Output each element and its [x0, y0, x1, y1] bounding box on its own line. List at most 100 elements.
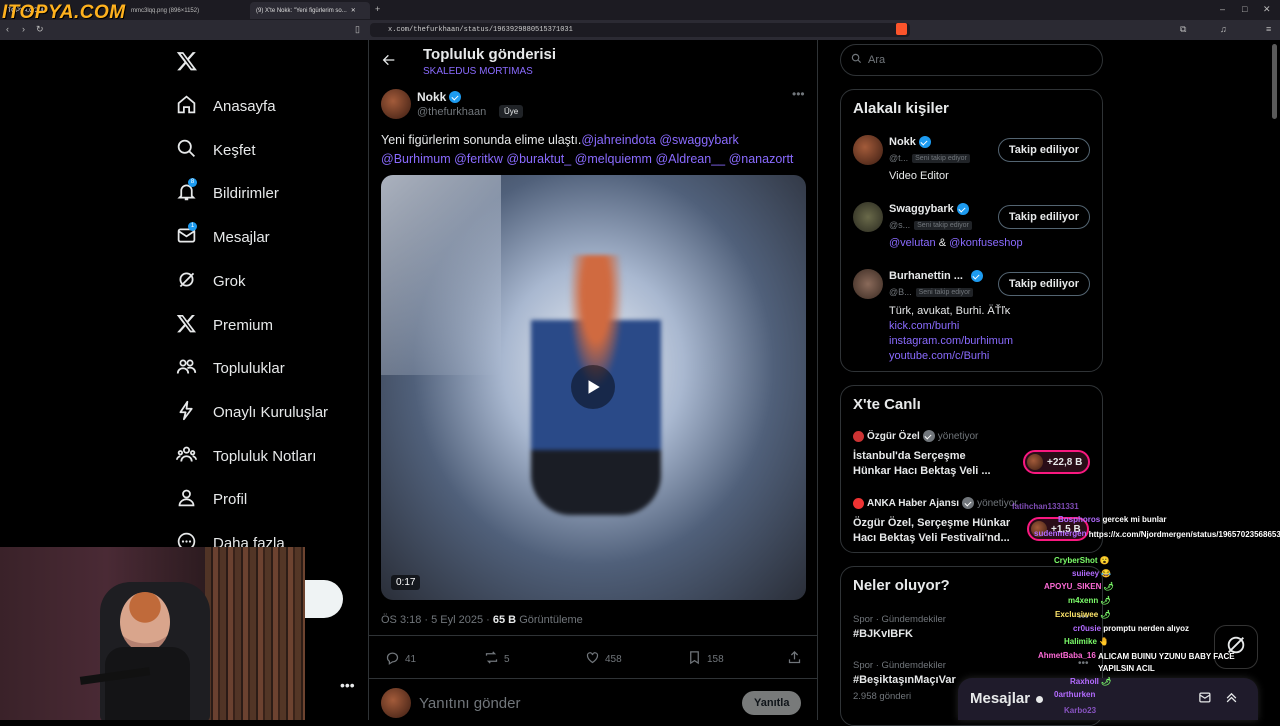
sidebar-item-explore[interactable]: Keşfet — [176, 135, 256, 165]
x-logo-icon[interactable] — [176, 50, 198, 77]
address-input[interactable]: x.com/thefurkhaan/status/196392988051537… — [370, 23, 910, 37]
sidebar-item-premium[interactable]: Premium — [176, 310, 273, 340]
related-handle-row: @B... Seni takip ediyor — [889, 287, 974, 297]
bio-link[interactable]: instagram.com/burhimum — [889, 334, 1013, 349]
brave-shield-icon[interactable] — [896, 23, 907, 35]
browser-tab[interactable]: mmc3lqq.png (896×1152) — [125, 2, 245, 19]
community-name[interactable]: SKALEDUS MORTIMAS — [423, 66, 533, 77]
chat-message: AhmetBaba_16 ALICAM BUINU YZUNU BABY FAC… — [1038, 651, 1253, 675]
follows-you-pill: Seni takip ediyor — [914, 220, 972, 230]
sidebar-item-home[interactable]: Anasayfa — [176, 91, 276, 121]
chat-text: 😮 — [1099, 556, 1110, 565]
live-space-title[interactable]: İstanbul'da Serçeşme Hünkar Hacı Bektaş … — [853, 449, 1003, 479]
browser-tab-active[interactable]: (9) X'te Nokk: "Yeni figürlerim so... ✕ — [250, 2, 370, 19]
related-avatar[interactable] — [853, 269, 883, 299]
mention-links[interactable]: @Burhimum @feritkw @buraktut_ @melquiemm… — [381, 152, 793, 166]
tab-label: mmc3lqq.png (896×1152) — [131, 7, 200, 14]
person-icon — [176, 487, 197, 512]
live-space-title[interactable]: Özgür Özel, Serçeşme Hünkar Hacı Bektaş … — [853, 516, 1023, 546]
trend-posts: 2.958 gönderi — [853, 691, 912, 702]
reload-icon[interactable]: ↻ — [36, 24, 44, 35]
bookmark-icon[interactable]: ▯ — [355, 24, 360, 35]
close-window-icon[interactable]: ✕ — [1263, 4, 1271, 15]
menu-icon[interactable]: ≡ — [1266, 24, 1271, 34]
chat-message: Raxholl 🌶 — [1070, 677, 1111, 686]
related-name[interactable]: Burhanettin ... — [889, 270, 963, 282]
sidebar-item-community-notes[interactable]: Topluluk Notları — [176, 441, 316, 471]
sidebar-item-communities[interactable]: Topluluklar — [176, 353, 285, 383]
mention-links[interactable]: @jahreindota @swaggybark — [581, 133, 738, 147]
browser-tab-bar: ITOPYA.COM mmc3lqq.png (896×1152) (9) X'… — [0, 0, 1280, 20]
chat-user: 0arthurken — [1054, 690, 1096, 699]
live-host[interactable]: ANKA Haber Ajansı — [867, 498, 959, 509]
following-button[interactable]: Takip ediliyor — [997, 138, 1090, 162]
sidebar-item-profile[interactable]: Profil — [176, 484, 247, 514]
views-label: Görüntüleme — [516, 614, 583, 626]
reply-input[interactable]: Yanıtını gönder — [419, 695, 520, 712]
share-icon[interactable] — [787, 650, 802, 670]
minimize-icon[interactable]: – — [1220, 4, 1225, 14]
play-button-icon[interactable] — [571, 365, 615, 409]
trend-name[interactable]: #BeşiktaşınMaçıVar — [853, 674, 956, 686]
bio-link[interactable]: @konfuseshop — [949, 237, 1023, 249]
follows-you-pill: Seni takip ediyor — [915, 287, 974, 297]
trend-name[interactable]: #BJKvIBFK — [853, 628, 913, 640]
notes-icon — [176, 444, 197, 469]
media-icon[interactable]: ♫ — [1220, 24, 1227, 34]
related-name[interactable]: Swaggybark — [889, 203, 954, 215]
reply-button[interactable]: Yanıtla — [742, 691, 802, 715]
reply-icon — [385, 650, 400, 668]
author-name[interactable]: Nokk — [417, 90, 446, 104]
bookmark-action[interactable]: 158 — [687, 650, 724, 668]
author-handle[interactable]: @thefurkhaan — [417, 106, 486, 118]
chat-text: 🤚 — [1099, 637, 1110, 646]
new-tab-icon[interactable]: + — [375, 4, 380, 14]
account-more-icon[interactable]: ••• — [340, 677, 355, 693]
live-listener-avatar — [1027, 454, 1043, 470]
search-input[interactable]: Ara — [840, 44, 1103, 76]
back-arrow-icon[interactable] — [381, 52, 397, 73]
post-timestamp[interactable]: ÖS 3:18 · 5 Eyl 2025 · — [381, 614, 493, 626]
close-tab-icon[interactable]: ✕ — [351, 7, 356, 14]
extensions-icon[interactable]: ⧉ — [1180, 24, 1186, 35]
related-handle: @s... — [889, 220, 911, 230]
live-title: X'te Canlı — [853, 396, 921, 413]
related-name[interactable]: Nokk — [889, 136, 916, 148]
sidebar-item-notifications[interactable]: 8 Bildirimler — [176, 177, 279, 208]
back-icon[interactable]: ‹ — [6, 24, 9, 34]
reply-action[interactable]: 41 — [385, 650, 416, 668]
live-host[interactable]: Özgür Özel — [867, 431, 920, 442]
bio-link[interactable]: @velutan — [889, 237, 936, 249]
forward-icon[interactable]: › — [22, 24, 25, 34]
sidebar-item-messages[interactable]: 1 Mesajlar — [176, 221, 270, 252]
bell-icon: 8 — [176, 177, 197, 206]
chat-text: 🌶 — [1103, 582, 1114, 591]
sidebar-item-verified-orgs[interactable]: Onaylı Kuruluşlar — [176, 397, 328, 427]
bio-link[interactable]: kick.com/burhi — [889, 319, 1013, 334]
like-action[interactable]: 458 — [585, 650, 622, 668]
new-message-icon[interactable] — [1198, 690, 1213, 710]
chat-user: sudenmergen — [1034, 529, 1087, 538]
following-button[interactable]: Takip ediliyor — [997, 205, 1090, 229]
related-title: Alakalı kişiler — [853, 100, 949, 117]
chat-user: Karbo23 — [1064, 706, 1097, 715]
related-avatar[interactable] — [853, 135, 883, 165]
maximize-icon[interactable]: □ — [1242, 4, 1247, 14]
mail-icon: 1 — [176, 221, 197, 250]
sidebar-item-grok[interactable]: Grok — [176, 266, 246, 296]
divider — [369, 678, 817, 679]
chat-text: promptu nerden alıyoz — [1103, 624, 1190, 633]
post-more-icon[interactable]: ••• — [792, 87, 805, 101]
following-button[interactable]: Takip ediliyor — [997, 272, 1090, 296]
video-player[interactable]: 0:17 — [381, 175, 806, 600]
live-join-button[interactable]: +22,8 B — [1023, 450, 1091, 474]
repost-action[interactable]: 5 — [484, 650, 510, 668]
page-scrollbar[interactable] — [1272, 44, 1277, 119]
post-timestamp-row: ÖS 3:18 · 5 Eyl 2025 · 65 B Görüntüleme — [381, 614, 583, 626]
expand-icon[interactable] — [1224, 690, 1239, 710]
chat-text: 🌶 — [1100, 596, 1111, 605]
related-handle-row: @t... Seni takip ediyor — [889, 153, 970, 163]
related-avatar[interactable] — [853, 202, 883, 232]
author-avatar[interactable] — [381, 89, 411, 119]
bio-link[interactable]: youtube.com/c/Burhi — [889, 349, 1013, 364]
